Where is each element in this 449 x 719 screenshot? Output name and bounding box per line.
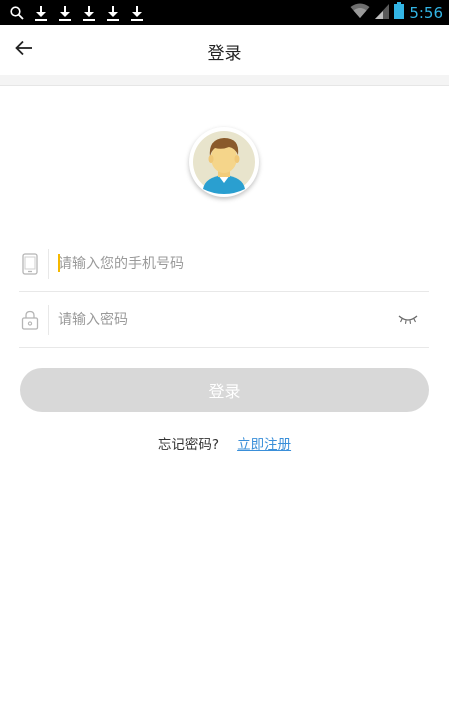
register-link[interactable]: 立即注册 — [237, 433, 291, 453]
avatar — [189, 127, 259, 197]
status-time: 5:56 — [409, 3, 443, 22]
battery-icon — [394, 2, 405, 23]
download-icon — [57, 3, 73, 23]
download-icon — [33, 3, 49, 23]
status-notifications — [0, 3, 145, 23]
phone-input[interactable] — [49, 248, 429, 279]
download-icon — [129, 3, 145, 23]
status-bar: 5:56 — [0, 0, 449, 25]
password-row — [19, 292, 429, 348]
phone-row — [19, 236, 429, 292]
signal-icon — [375, 3, 390, 23]
wifi-icon — [350, 3, 370, 23]
forgot-password-link[interactable]: 忘记密码? — [158, 433, 219, 453]
status-system: 5:56 — [350, 0, 443, 25]
download-icon — [105, 3, 121, 23]
search-icon — [9, 3, 25, 23]
auth-links: 忘记密码? 立即注册 — [0, 433, 449, 453]
phone-icon — [19, 251, 41, 277]
page-title: 登录 — [207, 44, 242, 64]
header-divider — [0, 75, 449, 86]
eye-closed-icon — [397, 310, 419, 329]
app-bar: 登录 — [0, 25, 449, 75]
password-input[interactable] — [49, 304, 393, 335]
login-button[interactable]: 登录 — [20, 368, 429, 412]
download-icon — [81, 3, 97, 23]
user-avatar-icon — [189, 131, 259, 197]
text-cursor — [58, 254, 60, 272]
lock-icon — [19, 307, 41, 333]
password-visibility-toggle[interactable] — [393, 308, 423, 332]
